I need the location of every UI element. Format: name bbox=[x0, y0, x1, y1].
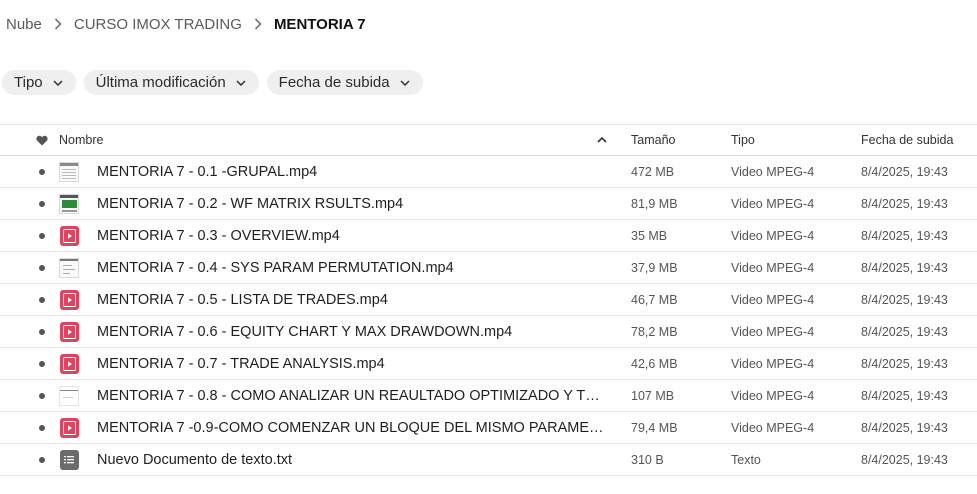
file-size: 78,2 MB bbox=[631, 324, 678, 339]
row-bullet bbox=[37, 188, 47, 219]
file-name[interactable]: Nuevo Documento de texto.txt bbox=[97, 444, 607, 475]
row-bullet bbox=[37, 252, 47, 283]
file-date: 8/4/2025, 19:43 bbox=[861, 164, 948, 179]
filter-type-button[interactable]: Tipo bbox=[2, 70, 76, 95]
video-file-icon bbox=[59, 412, 79, 443]
file-date: 8/4/2025, 19:43 bbox=[861, 420, 948, 435]
column-header-type[interactable]: Tipo bbox=[731, 125, 755, 155]
table-row[interactable]: MENTORIA 7 - 0.6 - EQUITY CHART Y MAX DR… bbox=[0, 316, 977, 348]
row-bullet bbox=[37, 316, 47, 347]
chevron-down-icon bbox=[236, 79, 246, 86]
file-date: 8/4/2025, 19:43 bbox=[861, 228, 948, 243]
row-bullet bbox=[37, 412, 47, 443]
table-row[interactable]: MENTORIA 7 - 0.2 - WF MATRIX RSULTS.mp4 … bbox=[0, 188, 977, 220]
table-row[interactable]: MENTORIA 7 - 0.8 - COMO ANALIZAR UN REAU… bbox=[0, 380, 977, 412]
chevron-right-icon bbox=[42, 14, 74, 34]
video-file-icon bbox=[59, 316, 79, 347]
file-type: Video MPEG-4 bbox=[731, 356, 815, 371]
file-size: 79,4 MB bbox=[631, 420, 678, 435]
favorite-heart-icon[interactable] bbox=[35, 125, 49, 155]
thumb-blank-icon bbox=[59, 380, 79, 411]
file-date: 8/4/2025, 19:43 bbox=[861, 260, 948, 275]
breadcrumb-item-nube[interactable]: Nube bbox=[6, 16, 42, 33]
thumb-table-icon bbox=[59, 156, 79, 187]
row-bullet bbox=[37, 380, 47, 411]
file-date: 8/4/2025, 19:43 bbox=[861, 324, 948, 339]
file-name[interactable]: MENTORIA 7 - 0.3 - OVERVIEW.mp4 bbox=[97, 220, 607, 251]
column-header-name[interactable]: Nombre bbox=[59, 125, 103, 155]
sort-ascending-icon[interactable] bbox=[594, 125, 610, 155]
table-row[interactable]: MENTORIA 7 - 0.1 -GRUPAL.mp4 472 MB Vide… bbox=[0, 156, 977, 188]
file-type: Video MPEG-4 bbox=[731, 196, 815, 211]
file-name[interactable]: MENTORIA 7 - 0.6 - EQUITY CHART Y MAX DR… bbox=[97, 316, 607, 347]
file-size: 472 MB bbox=[631, 164, 675, 179]
file-name[interactable]: MENTORIA 7 - 0.8 - COMO ANALIZAR UN REAU… bbox=[97, 380, 607, 411]
table-header: Nombre Tamaño Tipo Fecha de subida bbox=[0, 124, 977, 156]
breadcrumb-item-curso[interactable]: CURSO IMOX TRADING bbox=[74, 16, 242, 33]
file-type: Video MPEG-4 bbox=[731, 260, 815, 275]
file-name[interactable]: MENTORIA 7 - 0.4 - SYS PARAM PERMUTATION… bbox=[97, 252, 607, 283]
file-size: 107 MB bbox=[631, 388, 675, 403]
file-type: Video MPEG-4 bbox=[731, 388, 815, 403]
row-bullet bbox=[37, 444, 47, 475]
file-date: 8/4/2025, 19:43 bbox=[861, 388, 948, 403]
file-size: 37,9 MB bbox=[631, 260, 678, 275]
file-name[interactable]: MENTORIA 7 -0.9-COMO COMENZAR UN BLOQUE … bbox=[97, 412, 607, 443]
table-row[interactable]: MENTORIA 7 -0.9-COMO COMENZAR UN BLOQUE … bbox=[0, 412, 977, 444]
filter-modified-button[interactable]: Última modificación bbox=[83, 70, 259, 95]
file-size: 35 MB bbox=[631, 228, 668, 243]
file-type: Video MPEG-4 bbox=[731, 164, 815, 179]
file-date: 8/4/2025, 19:43 bbox=[861, 292, 948, 307]
filter-type-label: Tipo bbox=[14, 74, 43, 91]
file-type: Texto bbox=[731, 452, 761, 467]
text-file-icon bbox=[59, 444, 79, 475]
table-row[interactable]: MENTORIA 7 - 0.3 - OVERVIEW.mp4 35 MB Vi… bbox=[0, 220, 977, 252]
chevron-down-icon bbox=[400, 79, 410, 86]
file-size: 81,9 MB bbox=[631, 196, 678, 211]
breadcrumb-item-current: MENTORIA 7 bbox=[273, 15, 366, 33]
file-size: 310 B bbox=[631, 452, 664, 467]
file-name[interactable]: MENTORIA 7 - 0.2 - WF MATRIX RSULTS.mp4 bbox=[97, 188, 607, 219]
table-row[interactable]: MENTORIA 7 - 0.7 - TRADE ANALYSIS.mp4 42… bbox=[0, 348, 977, 380]
file-date: 8/4/2025, 19:43 bbox=[861, 452, 948, 467]
row-bullet bbox=[37, 220, 47, 251]
file-date: 8/4/2025, 19:43 bbox=[861, 196, 948, 211]
thumb-screen-icon bbox=[59, 252, 79, 283]
chevron-down-icon bbox=[53, 79, 63, 86]
table-row[interactable]: Nuevo Documento de texto.txt 310 B Texto… bbox=[0, 444, 977, 476]
chevron-right-icon bbox=[242, 14, 274, 34]
file-name[interactable]: MENTORIA 7 - 0.5 - LISTA DE TRADES.mp4 bbox=[97, 284, 607, 315]
file-date: 8/4/2025, 19:43 bbox=[861, 356, 948, 371]
filter-bar: Tipo Última modificación Fecha de subida bbox=[2, 70, 423, 95]
breadcrumb: Nube CURSO IMOX TRADING MENTORIA 7 bbox=[6, 14, 366, 34]
file-size: 46,7 MB bbox=[631, 292, 678, 307]
file-name[interactable]: MENTORIA 7 - 0.7 - TRADE ANALYSIS.mp4 bbox=[97, 348, 607, 379]
table-row[interactable]: MENTORIA 7 - 0.4 - SYS PARAM PERMUTATION… bbox=[0, 252, 977, 284]
file-type: Video MPEG-4 bbox=[731, 420, 815, 435]
row-bullet bbox=[37, 284, 47, 315]
row-bullet bbox=[37, 348, 47, 379]
video-file-icon bbox=[59, 348, 79, 379]
file-type: Video MPEG-4 bbox=[731, 292, 815, 307]
file-type: Video MPEG-4 bbox=[731, 228, 815, 243]
file-name[interactable]: MENTORIA 7 - 0.1 -GRUPAL.mp4 bbox=[97, 156, 607, 187]
filter-modified-label: Última modificación bbox=[95, 74, 226, 91]
column-header-size[interactable]: Tamaño bbox=[631, 125, 675, 155]
thumb-matrix-icon bbox=[59, 188, 79, 219]
row-bullet bbox=[37, 156, 47, 187]
filter-upload-date-button[interactable]: Fecha de subida bbox=[266, 70, 423, 95]
filter-upload-date-label: Fecha de subida bbox=[278, 74, 390, 91]
file-size: 42,6 MB bbox=[631, 356, 678, 371]
column-header-date[interactable]: Fecha de subida bbox=[861, 125, 953, 155]
video-file-icon bbox=[59, 284, 79, 315]
table-row[interactable]: MENTORIA 7 - 0.5 - LISTA DE TRADES.mp4 4… bbox=[0, 284, 977, 316]
file-table: Nombre Tamaño Tipo Fecha de subida MENTO… bbox=[0, 124, 977, 476]
file-type: Video MPEG-4 bbox=[731, 324, 815, 339]
video-file-icon bbox=[59, 220, 79, 251]
